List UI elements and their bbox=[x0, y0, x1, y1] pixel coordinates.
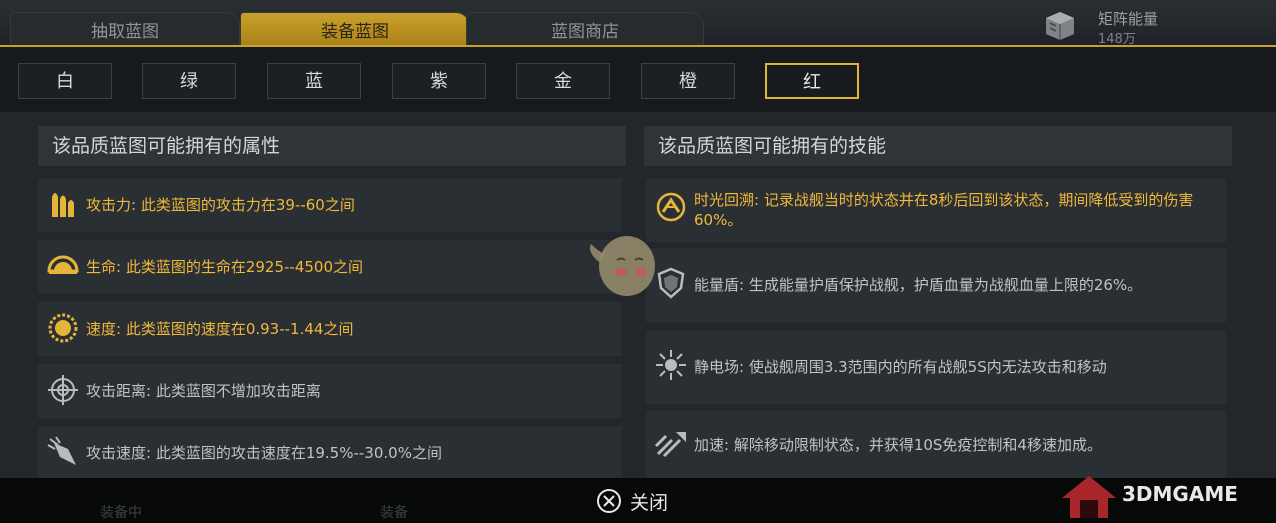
life-icon bbox=[47, 255, 79, 274]
watermark-logo-icon bbox=[1062, 476, 1116, 518]
quality-selector: 白 绿 蓝 紫 金 橙 红 bbox=[0, 47, 1276, 112]
attribute-text: 速度: 此类蓝图的速度在0.93--1.44之间 bbox=[86, 320, 354, 338]
quality-white-button[interactable]: 白 bbox=[18, 63, 112, 99]
accelerate-icon bbox=[654, 432, 686, 458]
quality-purple-button[interactable]: 紫 bbox=[392, 63, 486, 99]
skills-title: 该品质蓝图可能拥有的技能 bbox=[644, 126, 1232, 166]
skill-row: 时光回溯: 记录战舰当时的状态并在8秒后回到该状态，期间降低受到的伤害60%。 bbox=[646, 178, 1226, 242]
energy-display: 矩阵能量 148万 bbox=[1042, 8, 1262, 47]
attribute-text: 攻击距离: 此类蓝图不增加攻击距离 bbox=[86, 382, 321, 400]
tab-draw-blueprint[interactable]: 抽取蓝图 bbox=[10, 12, 240, 47]
skill-row: 能量盾: 生成能量护盾保护战舰，护盾血量为战舰血量上限的26%。 bbox=[646, 248, 1226, 322]
quality-red-button[interactable]: 红 bbox=[765, 63, 859, 99]
crosshair-icon bbox=[48, 375, 78, 405]
quality-blue-button[interactable]: 蓝 bbox=[267, 63, 361, 99]
attribute-row: 攻击距离: 此类蓝图不增加攻击距离 bbox=[38, 364, 622, 418]
quality-orange-button[interactable]: 橙 bbox=[641, 63, 735, 99]
watermark-text: 3DMGAME bbox=[1122, 482, 1238, 506]
tab-equip-blueprint[interactable]: 装备蓝图 bbox=[240, 12, 470, 47]
energy-label: 矩阵能量 bbox=[1098, 10, 1159, 28]
equipped-label: 装备中 bbox=[100, 505, 142, 521]
skill-text: 能量盾: 生成能量护盾保护战舰，护盾血量为战舰血量上限的26%。 bbox=[694, 276, 1143, 294]
energy-value: 148万 bbox=[1098, 32, 1136, 47]
skill-text: 静电场: 使战舰周围3.3范围内的所有战舰5S内无法攻击和移动 bbox=[694, 358, 1107, 376]
attribute-text: 攻击力: 此类蓝图的攻击力在39--60之间 bbox=[86, 196, 355, 214]
attribute-row: 生命: 此类蓝图的生命在2925--4500之间 bbox=[38, 240, 622, 294]
skill-text: 加速: 解除移动限制状态，并获得10S免疫控制和4移速加成。 bbox=[694, 436, 1102, 454]
tab-blueprint-shop[interactable]: 蓝图商店 bbox=[466, 12, 704, 47]
close-label: 关闭 bbox=[630, 491, 669, 514]
quality-green-button[interactable]: 绿 bbox=[142, 63, 236, 99]
energy-cube-icon bbox=[1046, 12, 1074, 40]
attribute-text: 攻击速度: 此类蓝图的攻击速度在19.5%--30.0%之间 bbox=[86, 444, 442, 462]
quality-gold-button[interactable]: 金 bbox=[516, 63, 610, 99]
skill-row: 静电场: 使战舰周围3.3范围内的所有战舰5S内无法攻击和移动 bbox=[646, 330, 1226, 404]
mascot-watermark-icon bbox=[590, 236, 655, 296]
watermark: 3DMGAME bbox=[1060, 474, 1270, 520]
close-button[interactable]: 关闭 bbox=[596, 487, 668, 515]
equip-label: 装备 bbox=[380, 505, 408, 521]
static-field-icon bbox=[656, 350, 686, 380]
skill-text: 时光回溯: 记录战舰当时的状态并在8秒后回到该状态，期间降低受到的伤害60%。 bbox=[694, 191, 1194, 229]
close-circle-button-icon bbox=[597, 489, 621, 513]
rocket-icon bbox=[47, 436, 76, 465]
attribute-text: 生命: 此类蓝图的生命在2925--4500之间 bbox=[86, 258, 363, 276]
attributes-title: 该品质蓝图可能拥有的属性 bbox=[38, 126, 626, 166]
attribute-row: 速度: 此类蓝图的速度在0.93--1.44之间 bbox=[38, 302, 622, 356]
bullets-icon bbox=[52, 193, 74, 217]
attributes-panel bbox=[0, 112, 640, 478]
time-rewind-icon bbox=[656, 192, 686, 222]
attribute-row: 攻击速度: 此类蓝图的攻击速度在19.5%--30.0%之间 bbox=[38, 426, 622, 480]
attribute-row: 攻击力: 此类蓝图的攻击力在39--60之间 bbox=[38, 178, 622, 232]
skill-row: 加速: 解除移动限制状态，并获得10S免疫控制和4移速加成。 bbox=[646, 410, 1226, 480]
speed-icon bbox=[48, 313, 78, 343]
